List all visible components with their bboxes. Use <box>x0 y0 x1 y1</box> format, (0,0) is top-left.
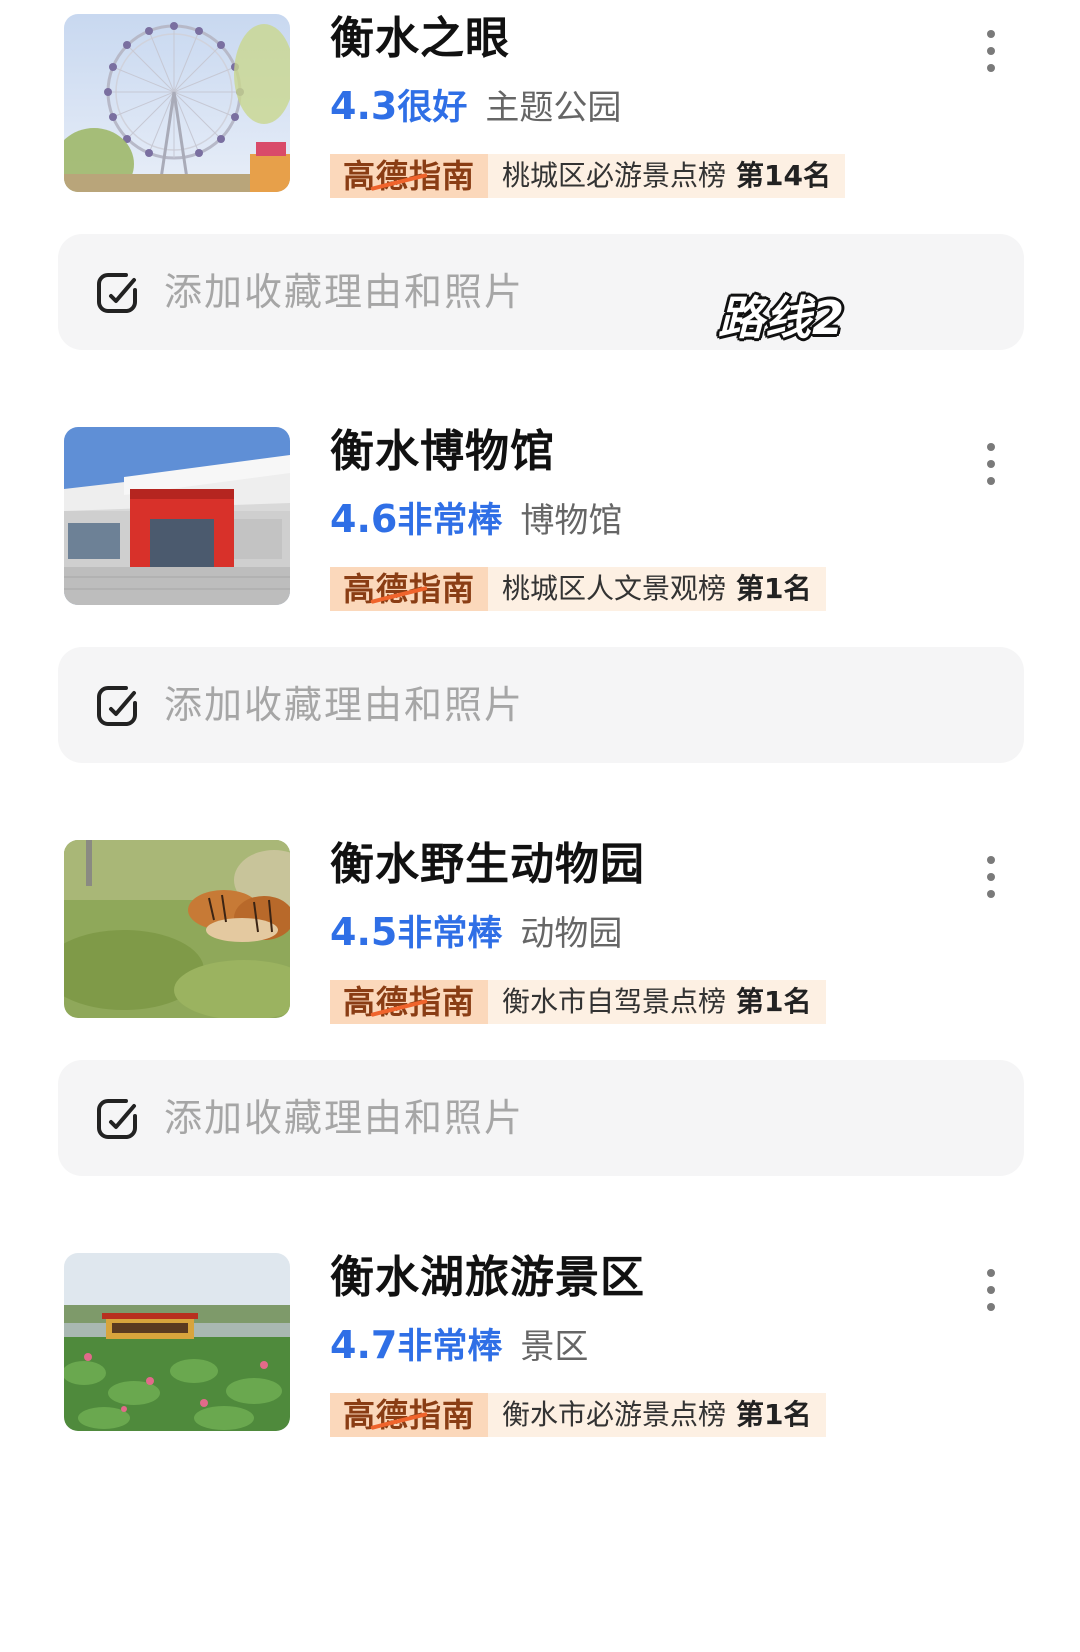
rating-verdict: 很好 <box>397 88 468 128</box>
rating-row: 4.5非常棒 动物园 <box>330 904 622 960</box>
rating-row: 4.6非常棒 博物馆 <box>330 491 622 547</box>
add-note-label: 添加收藏理由和照片 <box>164 683 525 727</box>
guide-rank: 第1名 <box>736 985 812 1018</box>
add-note-button[interactable]: 添加收藏理由和照片 <box>58 647 1024 763</box>
route-overlay-label: 路线2 <box>718 291 846 345</box>
more-options-icon[interactable] <box>976 1269 1006 1311</box>
edit-icon <box>97 1099 137 1139</box>
rating-verdict: 非常棒 <box>397 1327 503 1367</box>
place-title[interactable]: 衡水博物馆 <box>330 423 555 481</box>
rating-score: 4.5 <box>330 910 398 954</box>
guide-ranking-tag[interactable]: 高德指南 衡水市必游景点榜 第1名 <box>330 1393 826 1437</box>
place-card[interactable]: 衡水之眼 4.3很好 主题公园 高德指南 桃城区必游景点榜 第14名 添加收藏理由和… <box>0 0 1080 413</box>
place-title[interactable]: 衡水之眼 <box>330 10 510 68</box>
tigers-image <box>64 840 290 1018</box>
ferris-wheel-image <box>64 14 290 192</box>
guide-ranking-text: 衡水市必游景点榜 第1名 <box>488 1393 826 1437</box>
place-category: 博物馆 <box>520 501 623 541</box>
lake-boat-image <box>64 1253 290 1431</box>
guide-ranking-text: 衡水市自驾景点榜 第1名 <box>488 980 826 1024</box>
more-options-icon[interactable] <box>976 30 1006 72</box>
rating-verdict: 非常棒 <box>397 501 503 541</box>
amap-guide-logo: 高德指南 <box>330 980 488 1024</box>
add-note-button[interactable]: 添加收藏理由和照片 <box>58 234 1024 350</box>
add-note-label: 添加收藏理由和照片 <box>164 270 525 314</box>
guide-rank: 第1名 <box>736 1398 812 1431</box>
amap-guide-logo: 高德指南 <box>330 1393 488 1437</box>
add-note-label: 添加收藏理由和照片 <box>164 1096 525 1140</box>
guide-rank: 第14名 <box>736 159 831 192</box>
rating-score: 4.7 <box>330 1323 398 1367</box>
more-options-icon[interactable] <box>976 856 1006 898</box>
guide-ranking-tag[interactable]: 高德指南 桃城区必游景点榜 第14名 <box>330 154 845 198</box>
rating-score: 4.6 <box>330 497 398 541</box>
guide-list-name: 桃城区人文景观榜 <box>502 572 727 605</box>
place-thumbnail[interactable] <box>64 1253 290 1431</box>
add-note-button[interactable]: 添加收藏理由和照片 <box>58 1060 1024 1176</box>
rating-row: 4.7非常棒 景区 <box>330 1317 588 1373</box>
guide-ranking-text: 桃城区必游景点榜 第14名 <box>488 154 845 198</box>
amap-guide-logo: 高德指南 <box>330 154 488 198</box>
more-options-icon[interactable] <box>976 443 1006 485</box>
place-card[interactable]: 衡水博物馆 4.6非常棒 博物馆 高德指南 桃城区人文景观榜 第1名 添加收藏理由和… <box>0 413 1080 826</box>
guide-ranking-tag[interactable]: 高德指南 桃城区人文景观榜 第1名 <box>330 567 826 611</box>
place-thumbnail[interactable] <box>64 427 290 605</box>
rating-verdict: 非常棒 <box>397 914 503 954</box>
guide-list-name: 桃城区必游景点榜 <box>502 159 727 192</box>
guide-list-name: 衡水市必游景点榜 <box>502 1398 727 1431</box>
rating-row: 4.3很好 主题公园 <box>330 78 621 134</box>
place-thumbnail[interactable] <box>64 14 290 192</box>
place-title[interactable]: 衡水野生动物园 <box>330 836 645 894</box>
place-category: 景区 <box>520 1327 589 1367</box>
edit-icon <box>97 273 137 313</box>
place-card[interactable]: 衡水湖旅游景区 4.7非常棒 景区 高德指南 衡水市必游景点榜 第1名 <box>0 1239 1080 1652</box>
museum-building-image <box>64 427 290 605</box>
guide-list-name: 衡水市自驾景点榜 <box>502 985 727 1018</box>
place-category: 动物园 <box>520 914 623 954</box>
place-title[interactable]: 衡水湖旅游景区 <box>330 1249 645 1307</box>
place-card[interactable]: 衡水野生动物园 4.5非常棒 动物园 高德指南 衡水市自驾景点榜 第1名 添加收藏理… <box>0 826 1080 1239</box>
rating-score: 4.3 <box>330 84 398 128</box>
guide-rank: 第1名 <box>736 572 812 605</box>
guide-ranking-tag[interactable]: 高德指南 衡水市自驾景点榜 第1名 <box>330 980 826 1024</box>
edit-icon <box>97 686 137 726</box>
place-category: 主题公园 <box>485 88 622 128</box>
guide-ranking-text: 桃城区人文景观榜 第1名 <box>488 567 826 611</box>
place-thumbnail[interactable] <box>64 840 290 1018</box>
amap-guide-logo: 高德指南 <box>330 567 488 611</box>
